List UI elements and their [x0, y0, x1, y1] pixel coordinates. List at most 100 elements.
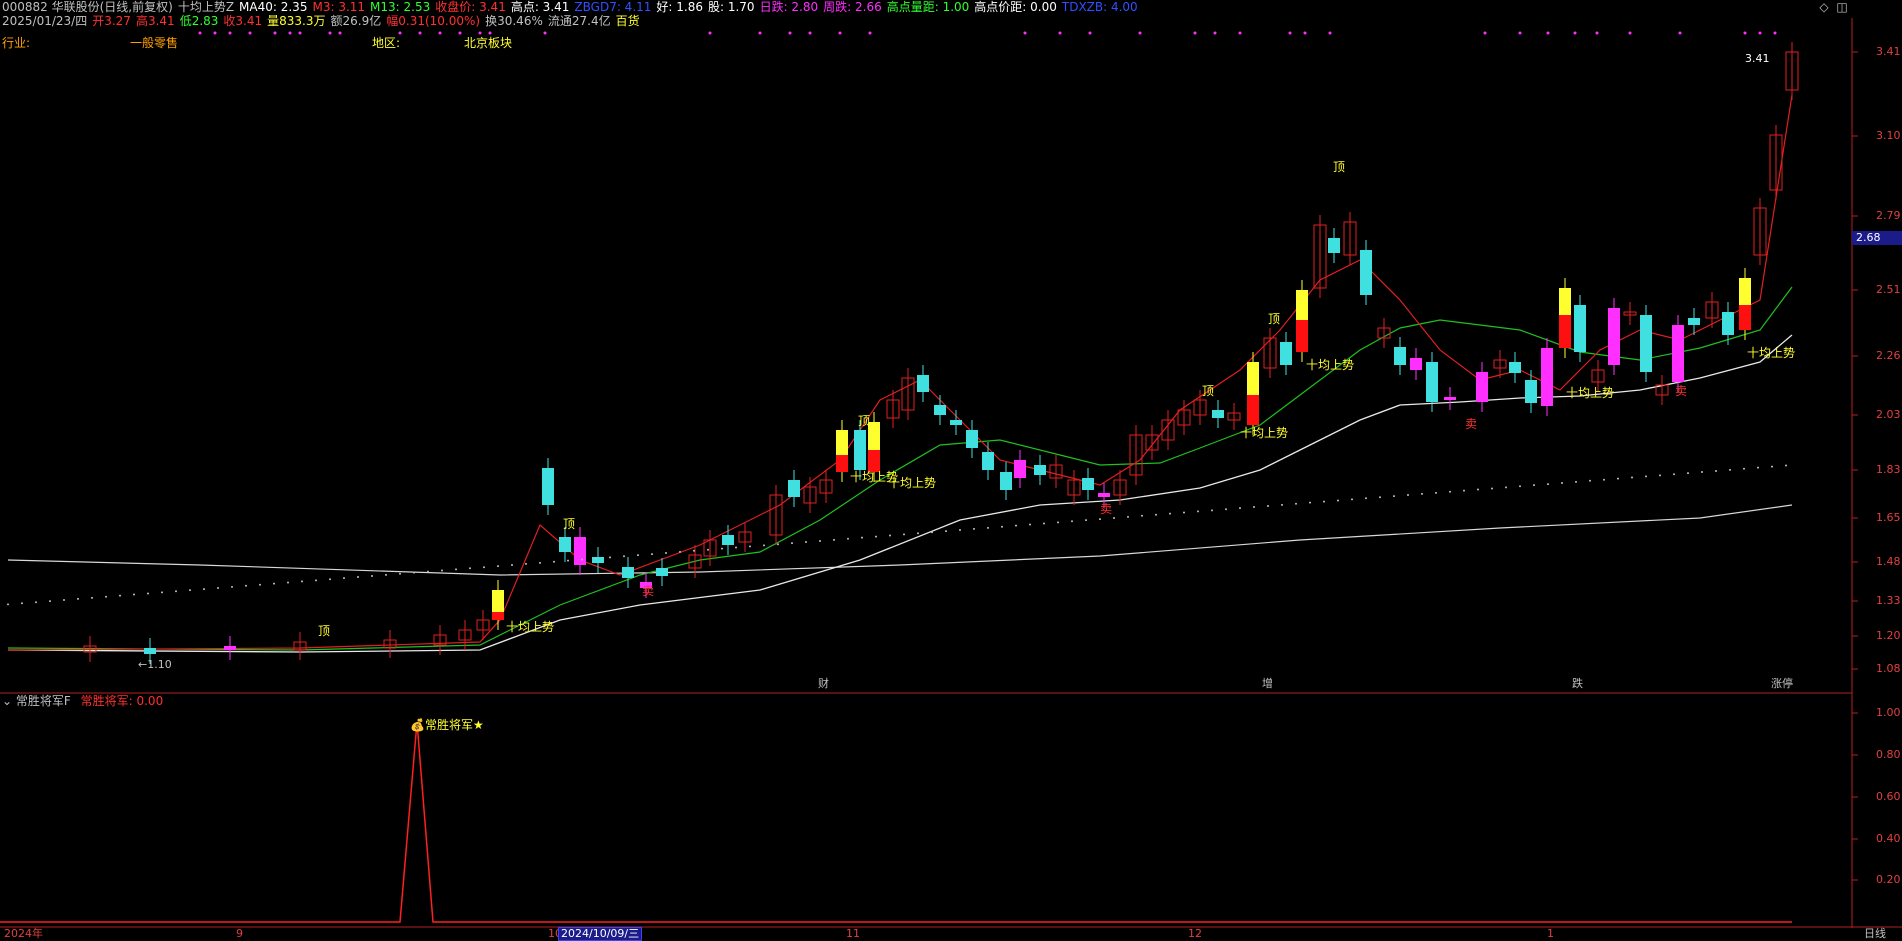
uptrend-label: 十均上势 — [1240, 426, 1289, 440]
dotted-line-point — [1547, 483, 1549, 486]
uptrend-label: 十均上势 — [1306, 358, 1355, 372]
dotted-line-point — [63, 599, 65, 601]
dotted-line-point — [1463, 489, 1465, 492]
event-finance[interactable]: 财 — [818, 677, 829, 691]
candle-body — [1360, 250, 1372, 295]
dotted-line-point — [525, 562, 527, 565]
signal-dot — [1088, 31, 1092, 35]
dotted-line-point — [1281, 503, 1283, 506]
signal-dot — [1628, 31, 1632, 35]
dotted-line-point — [343, 577, 345, 580]
dotted-line-point — [217, 586, 219, 589]
signal-dot — [868, 31, 872, 35]
sell-marker: 卖 — [1675, 384, 1688, 398]
dotted-line-point — [1701, 471, 1703, 474]
candle-body — [1296, 290, 1308, 320]
dotted-line-point — [1785, 464, 1787, 467]
dotted-line-point — [623, 555, 625, 558]
candle-body — [224, 646, 236, 650]
dotted-line-point — [1729, 468, 1731, 471]
signal-dot — [198, 31, 202, 35]
dotted-line-point — [1239, 507, 1241, 510]
signal-dot — [1213, 31, 1217, 35]
event-fall[interactable]: 跌 — [1572, 677, 1583, 691]
sell-marker: 卖 — [1100, 502, 1113, 516]
dotted-line-point — [1225, 508, 1227, 511]
x-axis-label-jan: 1 — [1547, 927, 1554, 940]
dotted-line-point — [1127, 515, 1129, 518]
low-price-label: ←1.10 — [138, 658, 172, 671]
candle-body — [836, 455, 848, 472]
price-axis-tick: 2.79 — [1876, 209, 1901, 222]
event-increase[interactable]: 增 — [1262, 677, 1273, 691]
signal-dot — [1773, 31, 1777, 35]
dotted-line-point — [1407, 494, 1409, 496]
dotted-line-point — [511, 564, 513, 566]
kline-chart[interactable] — [0, 0, 1902, 941]
period-label[interactable]: 日线 — [1864, 927, 1886, 941]
dotted-line-point — [1029, 523, 1031, 526]
ma40-line — [7, 334, 1793, 653]
candle-body — [836, 430, 848, 455]
dotted-line-point — [1155, 513, 1157, 516]
candle-body — [1525, 380, 1537, 403]
dotted-line-point — [595, 557, 597, 560]
dotted-line-point — [637, 554, 639, 557]
x-axis-selected-date[interactable]: 2024/10/09/三 — [558, 927, 643, 941]
price-axis-tick: 1.08 — [1876, 662, 1901, 675]
candle-body — [1247, 362, 1259, 395]
price-axis-tick: 1.65 — [1876, 511, 1901, 524]
dotted-line-point — [1015, 524, 1017, 527]
price-axis-tick: 1.33 — [1876, 594, 1901, 607]
candle-body — [622, 567, 634, 578]
candle-body — [574, 537, 586, 565]
ma-long-line — [7, 504, 1793, 576]
candle-body — [1098, 493, 1110, 497]
signal-dot — [1303, 31, 1307, 35]
dotted-line-point — [693, 549, 695, 552]
candle-body — [1672, 325, 1684, 382]
candle-body — [1296, 320, 1308, 352]
indicator-axis-tick: 0.20 — [1876, 873, 1901, 886]
dotted-line-point — [749, 545, 751, 548]
price-axis-tick: 1.20 — [1876, 629, 1901, 642]
dotted-line-point — [35, 601, 37, 604]
dotted-line-point — [791, 542, 793, 545]
dotted-line-point — [987, 526, 989, 529]
dotted-line-point — [1743, 467, 1745, 470]
indicator-axis-tick: 0.40 — [1876, 832, 1901, 845]
candle-body — [1444, 397, 1456, 400]
chevron-down-icon[interactable]: ⌄ — [2, 694, 12, 708]
dotted-line-point — [371, 574, 373, 577]
dotted-line-point — [1477, 488, 1479, 491]
dotted-line-point — [1673, 473, 1675, 476]
candle-body — [559, 537, 571, 552]
dotted-line-point — [721, 547, 723, 550]
top-marker: 顶 — [1202, 384, 1215, 398]
indicator-signal-label: 💰常胜将军★ — [410, 718, 484, 732]
signal-dot — [328, 31, 332, 35]
signal-dot — [1546, 31, 1550, 35]
dotted-line-point — [833, 538, 835, 541]
indicator-name[interactable]: 常胜将军F — [16, 694, 71, 708]
candle-body — [1212, 410, 1224, 418]
dotted-line-point — [1715, 469, 1717, 472]
signal-dot — [488, 31, 492, 35]
signal-dot — [458, 31, 462, 35]
dotted-line-point — [259, 583, 261, 586]
signal-dot — [1518, 31, 1522, 35]
candle-body — [934, 405, 946, 415]
dotted-line-point — [1561, 481, 1563, 484]
dotted-line-point — [301, 580, 303, 583]
candle-body — [1541, 348, 1553, 406]
dotted-line-point — [735, 546, 737, 549]
dotted-line-point — [203, 588, 205, 591]
signal-dot — [1138, 31, 1142, 35]
dotted-line-point — [147, 592, 149, 595]
dotted-line-point — [427, 570, 429, 573]
candle-body — [1280, 342, 1292, 365]
event-limit-up[interactable]: 涨停 — [1771, 677, 1793, 691]
candle-body — [722, 535, 734, 545]
price-axis-tick: 1.83 — [1876, 463, 1901, 476]
top-marker: 顶 — [858, 414, 871, 428]
